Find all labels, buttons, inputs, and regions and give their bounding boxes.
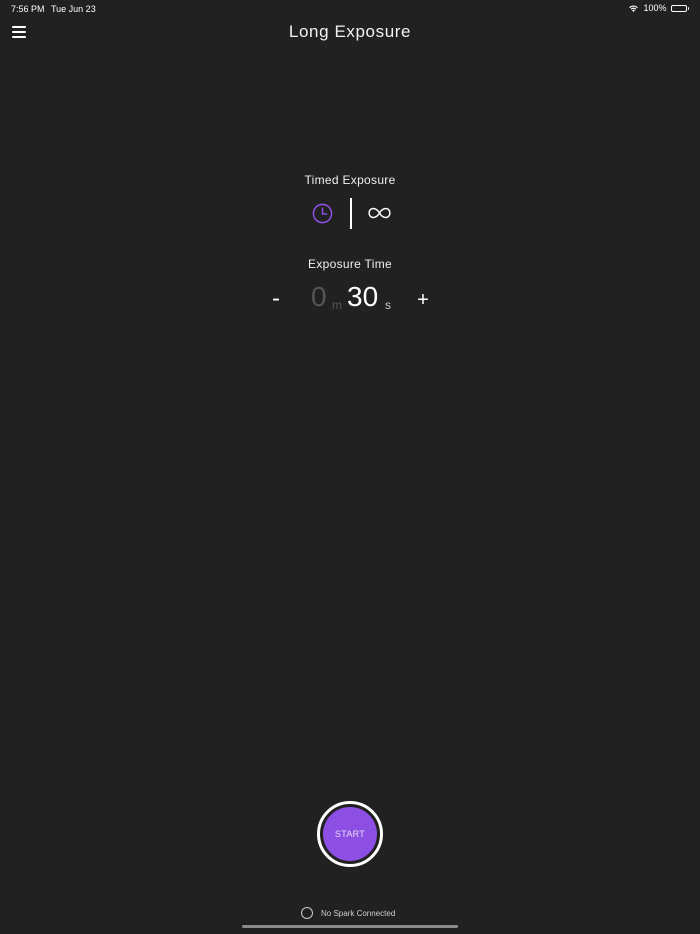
minutes-value[interactable]: 0	[311, 281, 327, 313]
status-time: 7:56 PM	[11, 4, 45, 14]
page-title: Long Exposure	[288, 22, 412, 41]
exposure-time-display: 0 m 30 s	[300, 281, 400, 321]
status-bar: 7:56 PM Tue Jun 23 100%	[0, 0, 700, 18]
start-button-fill: START	[323, 807, 377, 861]
start-button[interactable]: START	[317, 801, 383, 867]
exposure-time-label: Exposure Time	[308, 257, 392, 271]
seconds-unit: s	[385, 298, 391, 312]
battery-percent: 100%	[643, 3, 667, 13]
status-indicators: 100%	[628, 3, 689, 13]
start-label: START	[334, 829, 366, 839]
exposure-mode-toggle	[305, 198, 395, 229]
seconds-value[interactable]: 30	[347, 281, 378, 313]
connection-status[interactable]: No Spark Connected	[301, 907, 395, 919]
home-indicator[interactable]	[242, 925, 458, 928]
status-date: Tue Jun 23	[51, 4, 96, 14]
infinity-icon[interactable]	[367, 206, 392, 220]
clock-icon[interactable]	[312, 203, 333, 224]
mode-label: Timed Exposure	[304, 173, 396, 187]
wifi-icon	[629, 5, 639, 12]
minutes-unit: m	[332, 298, 342, 312]
battery-icon	[670, 4, 689, 12]
connection-label: No Spark Connected	[321, 908, 396, 918]
app-screen: 7:56 PM Tue Jun 23 100% Long Exposure Ti…	[0, 0, 700, 934]
increase-time-button[interactable]: +	[414, 285, 432, 313]
mode-divider	[350, 198, 352, 229]
decrease-time-button[interactable]: -	[268, 285, 284, 313]
connection-indicator-icon	[301, 907, 313, 919]
